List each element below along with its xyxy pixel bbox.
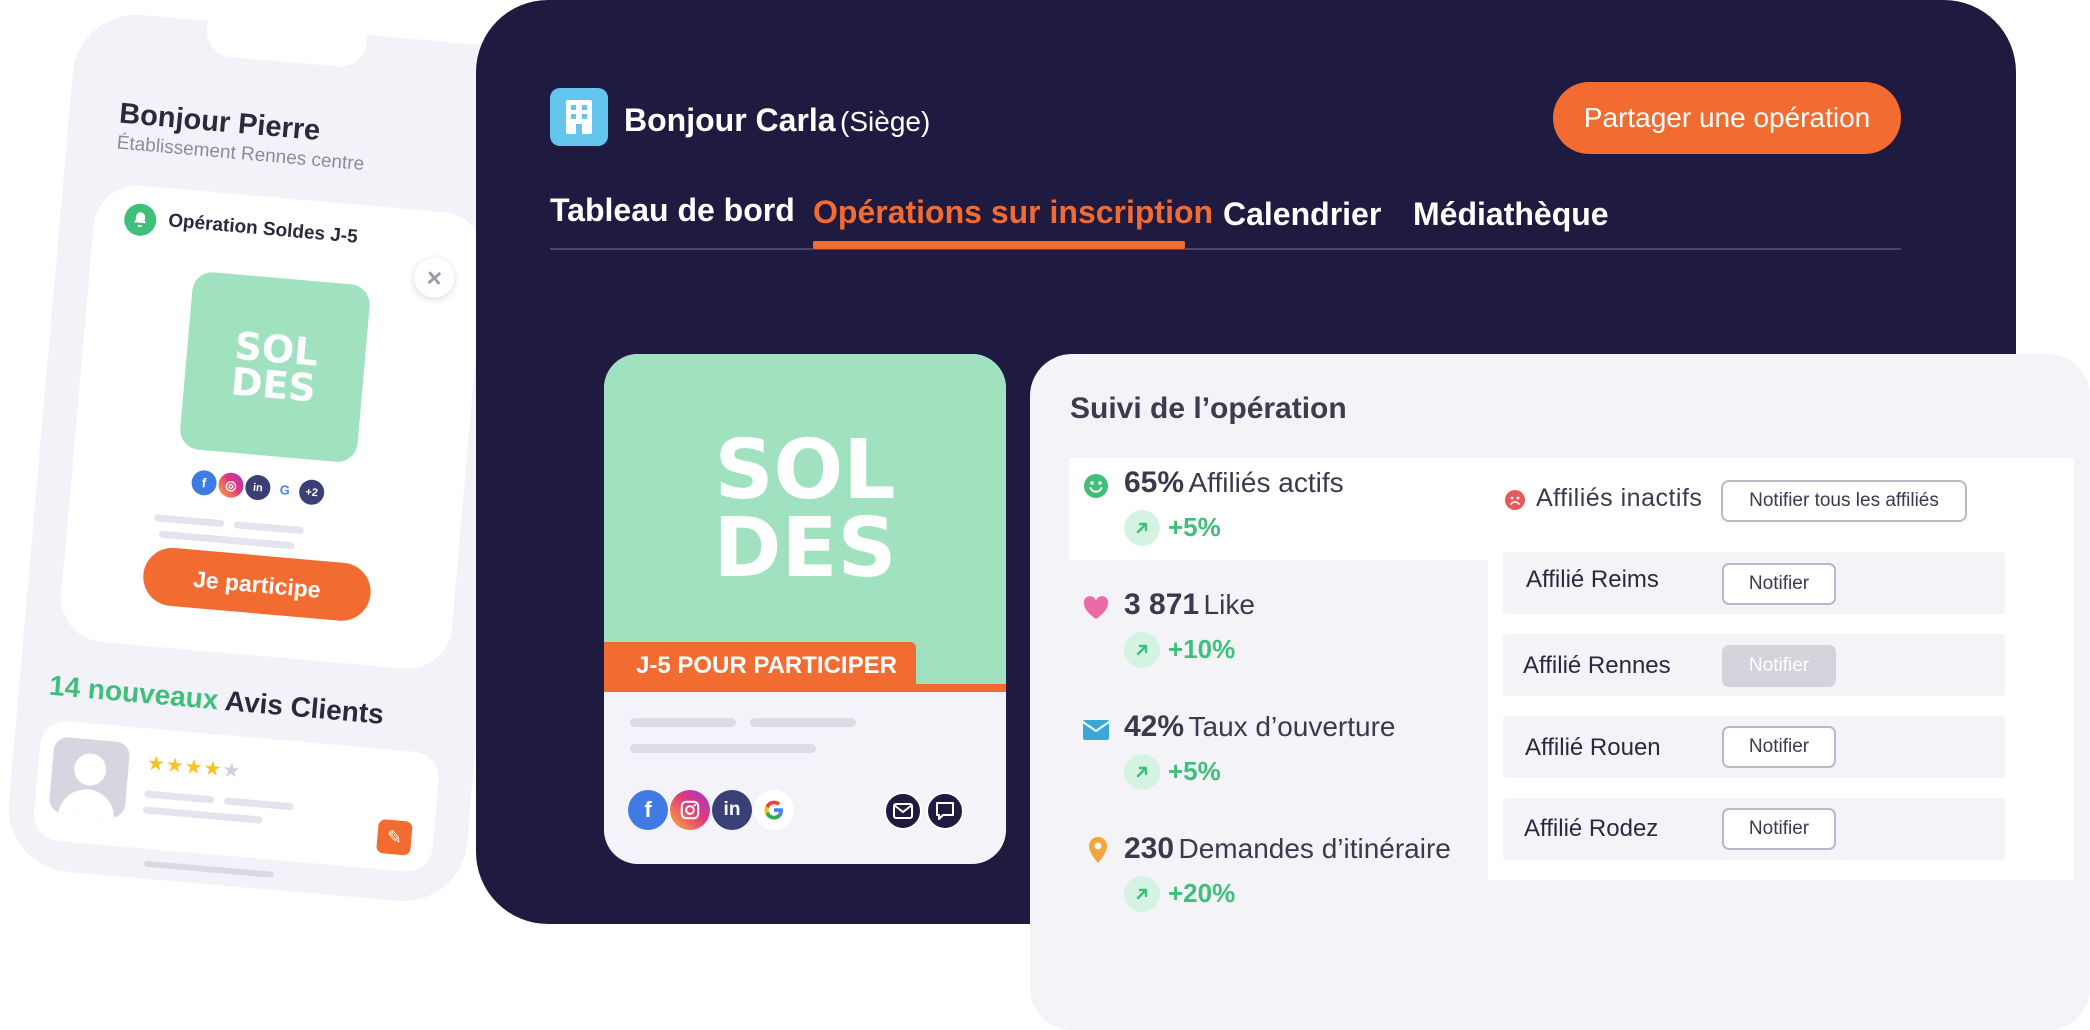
- tab-registration-operations[interactable]: Opérations sur inscription: [813, 194, 1213, 231]
- trend-up-icon: [1124, 876, 1160, 912]
- placeholder-line: [750, 718, 856, 727]
- building-icon: [550, 88, 608, 146]
- tab-calendar[interactable]: Calendrier: [1223, 196, 1381, 233]
- stat-value: 65%: [1124, 466, 1185, 499]
- reviews-count: 14 nouveaux: [48, 669, 220, 716]
- placeholder-line: [233, 521, 305, 535]
- stat-label: Demandes d’itinéraire: [1178, 833, 1451, 864]
- participate-button[interactable]: Je participe: [140, 545, 374, 624]
- linkedin-icon: in: [244, 474, 272, 502]
- reviews-heading: 14 nouveaux Avis Clients: [48, 670, 385, 731]
- mail-icon[interactable]: [884, 792, 922, 830]
- affiliate-name: Affilié Rouen: [1525, 734, 1661, 761]
- sad-face-icon: [1505, 490, 1525, 510]
- placeholder-line: [158, 530, 295, 550]
- active-tab-indicator: [813, 241, 1185, 249]
- trend-up-icon: [1124, 510, 1160, 546]
- google-icon: [754, 790, 794, 830]
- placeholder-line: [143, 790, 215, 804]
- deadline-ribbon: J-5 POUR PARTICIPER: [604, 642, 916, 690]
- stat-value: 230: [1124, 832, 1175, 865]
- star-icon: ★: [221, 759, 243, 783]
- phone-soldes-line2: DES: [229, 359, 318, 411]
- trend-up-icon: [1124, 632, 1160, 668]
- phone-mockup: Bonjour Pierre Établissement Rennes cent…: [3, 9, 537, 907]
- user-name: Bonjour Carla: [624, 102, 836, 138]
- stat-likes: 3 871 Like: [1124, 588, 1255, 622]
- tab-dashboard[interactable]: Tableau de bord: [550, 192, 795, 229]
- bell-icon: [122, 202, 158, 238]
- header-greeting: Bonjour Carla (Siège): [624, 102, 930, 139]
- stat-value: 42%: [1124, 710, 1185, 743]
- facebook-icon: f: [628, 790, 668, 830]
- phone-notch: [204, 20, 368, 69]
- phone-operation-title: Opération Soldes J-5: [167, 210, 359, 248]
- avatar: [48, 736, 131, 819]
- stat-label: Affiliés actifs: [1188, 467, 1344, 498]
- linkedin-icon: in: [712, 790, 752, 830]
- tab-media-library[interactable]: Médiathèque: [1413, 196, 1609, 233]
- soldes-line1: SOL: [714, 423, 896, 518]
- instagram-icon: ◎: [217, 471, 245, 499]
- edit-icon[interactable]: ✎: [375, 818, 413, 856]
- stat-trend: +5%: [1168, 512, 1221, 542]
- stat-route-requests: 230 Demandes d’itinéraire: [1124, 832, 1451, 866]
- stat-label: Like: [1203, 589, 1255, 620]
- more-networks-badge: +2: [298, 478, 326, 506]
- review-card: ★★★★★ ✎: [31, 719, 441, 874]
- stat-trend: +10%: [1168, 634, 1236, 664]
- star-icon: ★: [202, 757, 224, 781]
- affiliate-name: Affilié Rodez: [1524, 815, 1659, 842]
- stat-open-rate: 42% Taux d’ouverture: [1124, 710, 1396, 744]
- stat-active-affiliates: 65% Affiliés actifs: [1124, 466, 1344, 500]
- smile-icon: [1082, 472, 1110, 500]
- stat-label: Taux d’ouverture: [1188, 711, 1396, 742]
- phone-social-networks: f ◎ in G +2: [190, 469, 326, 506]
- placeholder-line: [154, 514, 225, 528]
- placeholder-line: [223, 797, 294, 811]
- notify-button[interactable]: Notifier: [1722, 563, 1836, 605]
- soldes-visual: SOL DES: [604, 354, 1006, 688]
- star-icon: ★: [164, 754, 186, 778]
- stat-value: 3 871: [1124, 588, 1200, 621]
- phone-soldes-visual: SOL DES: [178, 270, 372, 464]
- notify-all-button[interactable]: Notifier tous les affiliés: [1721, 480, 1967, 522]
- social-networks: f in: [628, 790, 794, 830]
- notify-button[interactable]: Notifier: [1722, 726, 1836, 768]
- tracking-title: Suivi de l’opération: [1070, 392, 1347, 425]
- star-icon: ★: [183, 755, 205, 780]
- phone-greeting: Bonjour Pierre Établissement Rennes cent…: [116, 98, 368, 176]
- trend-up-icon: [1124, 754, 1160, 790]
- notify-button[interactable]: Notifier: [1722, 645, 1836, 687]
- mail-icon: [1082, 716, 1110, 744]
- affiliate-name: Affilié Reims: [1526, 566, 1659, 593]
- rating-stars: ★★★★★: [146, 750, 243, 783]
- card-actions: [884, 792, 964, 830]
- soldes-line2: DES: [713, 500, 897, 596]
- facebook-icon: f: [190, 469, 218, 497]
- home-indicator: [143, 860, 274, 878]
- heart-icon: [1082, 594, 1110, 622]
- user-role: (Siège): [840, 106, 931, 137]
- instagram-icon: [670, 790, 710, 830]
- placeholder-line: [630, 744, 816, 753]
- star-icon: ★: [145, 752, 167, 777]
- reviews-label: Avis Clients: [223, 685, 386, 730]
- inactive-affiliates-label: Affiliés inactifs: [1536, 484, 1703, 512]
- phone-operation-card: Opération Soldes J-5 × SOL DES f ◎ in G …: [57, 181, 488, 673]
- google-icon: G: [271, 476, 299, 504]
- operation-preview-card[interactable]: SOL DES J-5 POUR PARTICIPER f in: [604, 354, 1006, 864]
- location-pin-icon: [1084, 836, 1112, 864]
- placeholder-line: [630, 718, 736, 727]
- share-operation-button[interactable]: Partager une opération: [1553, 82, 1901, 154]
- affiliate-name: Affilié Rennes: [1523, 652, 1671, 679]
- stat-trend: +5%: [1168, 756, 1221, 786]
- stat-trend: +20%: [1168, 878, 1236, 908]
- notify-button[interactable]: Notifier: [1722, 808, 1836, 850]
- chat-icon[interactable]: [926, 792, 964, 830]
- close-icon[interactable]: ×: [412, 255, 457, 300]
- placeholder-line: [142, 806, 263, 824]
